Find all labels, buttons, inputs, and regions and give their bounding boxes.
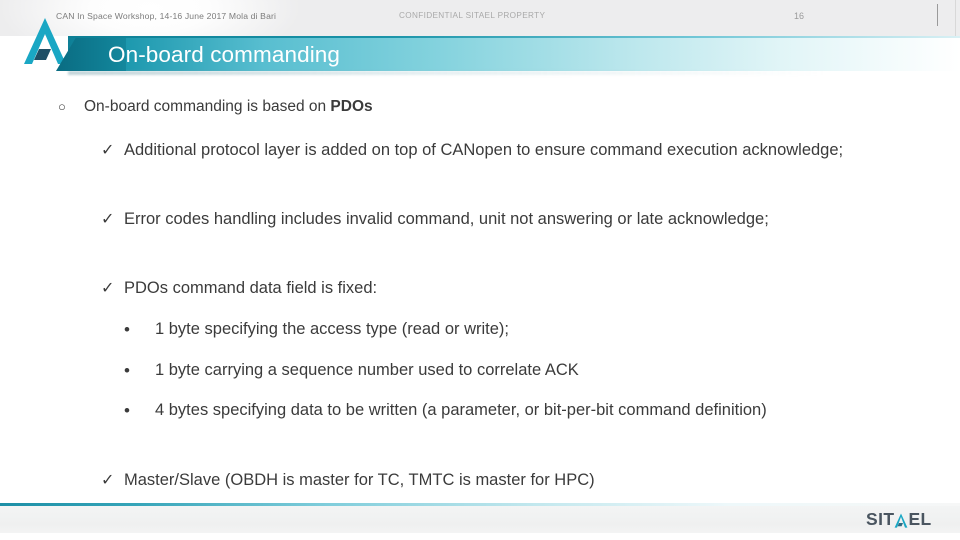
bullet-marker-dot: • [124,361,130,380]
wordmark-text-part1: SIT [866,508,895,529]
bullet-text: Master/Slave (OBDH is master for TC, TMT… [124,471,595,489]
header-right-edge [955,0,956,36]
bullet-text: 1 byte carrying a sequence number used t… [155,361,579,379]
bullet-text: 4 bytes specifying data to be written (a… [155,401,767,419]
slide-footer [0,503,960,540]
bullet-item-level2: ✓ Master/Slave (OBDH is master for TC, T… [101,466,879,495]
wordmark-text-part2: EL [908,508,932,529]
bullet-text: Error codes handling includes invalid co… [124,210,769,228]
bullet-text: 1 byte specifying the access type (read … [155,320,509,338]
footer-bottom-strip [0,533,960,540]
bullet-item-level2: ✓ Additional protocol layer is added on … [101,136,879,165]
bullet-item-level2: ✓ Error codes handling includes invalid … [101,205,879,234]
chevron-a-icon [894,512,908,528]
bullet-item-level3: • 1 byte specifying the access type (rea… [124,315,879,344]
bullet-text-bold: PDOs [330,98,373,115]
bullet-marker-check: ✓ [101,211,115,228]
bullet-item-level1: ○ On-board commanding is based on PDOs [58,96,898,118]
footer-page-number: 16 [794,11,805,21]
bullet-item-level3: • 4 bytes specifying data to be written … [124,396,879,425]
bullet-text: PDOs command data field is fixed: [124,279,378,297]
slide-body: ○ On-board commanding is based on PDOs ✓… [0,88,960,489]
bullet-item-level3: • 1 byte carrying a sequence number used… [124,356,879,385]
bullet-marker-dot: • [124,401,130,420]
bullet-text: On-board commanding is based on PDOs [84,96,898,118]
bullet-item-level2: ✓ PDOs command data field is fixed: [101,274,879,303]
slide: On-board commanding ○ On-board commandin… [0,0,960,540]
page-title: On-board commanding [108,42,341,67]
footer-rule [0,503,960,506]
bullet-text-plain: On-board commanding is based on [84,98,331,115]
bullet-marker-check: ✓ [101,280,115,297]
header-corner-tick [937,4,938,26]
sitael-wordmark-logo: SIT EL [866,509,932,529]
bullet-text: Additional protocol layer is added on to… [124,141,844,159]
footer-confidentiality-notice: CONFIDENTIAL SITAEL PROPERTY [399,11,546,20]
bullet-marker-circle: ○ [58,99,66,114]
footer-event-info: CAN In Space Workshop, 14-16 June 2017 M… [56,11,277,21]
bullet-marker-dot: • [124,320,130,339]
bullet-marker-check: ✓ [101,142,115,159]
bullet-marker-check: ✓ [101,472,115,489]
